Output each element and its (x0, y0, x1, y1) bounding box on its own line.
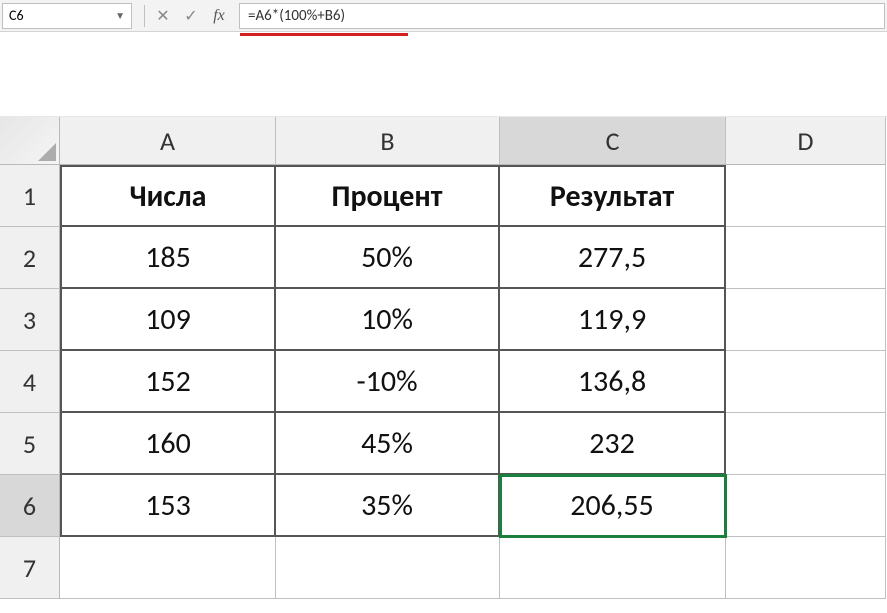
cell-a7[interactable] (60, 537, 276, 599)
select-all-corner[interactable] (0, 117, 60, 165)
cell-a2[interactable]: 185 (60, 227, 276, 289)
cell-b1[interactable]: Процент (276, 165, 500, 227)
cell-b5[interactable]: 45% (276, 413, 500, 475)
cell-d6[interactable] (726, 475, 886, 537)
row-header-4[interactable]: 4 (0, 351, 60, 413)
cell-b3[interactable]: 10% (276, 289, 500, 351)
formula-text: =A6*(100%+B6) (248, 7, 345, 25)
fx-button[interactable]: fx (205, 3, 233, 29)
spreadsheet-grid: 1 2 3 4 5 6 7 A B C D Числа Процент Резу… (0, 117, 887, 599)
name-box[interactable]: C6 ▼ (2, 3, 132, 29)
row-header-7[interactable]: 7 (0, 537, 60, 599)
col-header-d[interactable]: D (726, 117, 886, 165)
cell-d2[interactable] (726, 227, 886, 289)
name-box-value: C6 (9, 7, 24, 24)
cell-d7[interactable] (726, 537, 886, 599)
cancel-formula-button[interactable]: ✕ (149, 3, 177, 29)
cell-b4[interactable]: -10% (276, 351, 500, 413)
cell-a3[interactable]: 109 (60, 289, 276, 351)
cell-b7[interactable] (276, 537, 500, 599)
ribbon-spacer (0, 32, 887, 117)
row-header-6[interactable]: 6 (0, 475, 60, 537)
col-header-a[interactable]: A (60, 117, 276, 165)
row-header-2[interactable]: 2 (0, 227, 60, 289)
cell-d3[interactable] (726, 289, 886, 351)
fx-icon: fx (213, 7, 225, 25)
cell-a4[interactable]: 152 (60, 351, 276, 413)
col-header-c[interactable]: C (500, 117, 726, 165)
row-header-3[interactable]: 3 (0, 289, 60, 351)
formula-highlight-underline (240, 33, 408, 36)
cell-c2[interactable]: 277,5 (500, 227, 726, 289)
accept-formula-button[interactable]: ✓ (177, 3, 205, 29)
cell-a1[interactable]: Числа (60, 165, 276, 227)
cell-c3[interactable]: 119,9 (500, 289, 726, 351)
cell-c4[interactable]: 136,8 (500, 351, 726, 413)
cell-d5[interactable] (726, 413, 886, 475)
cell-d1[interactable] (726, 165, 886, 227)
formula-input[interactable]: =A6*(100%+B6) (239, 3, 885, 29)
cell-c6[interactable]: 206,55 (500, 475, 726, 537)
close-icon: ✕ (156, 6, 169, 26)
cell-c1[interactable]: Результат (500, 165, 726, 227)
cell-a6[interactable]: 153 (60, 475, 276, 537)
col-header-b[interactable]: B (276, 117, 500, 165)
cell-c5[interactable]: 232 (500, 413, 726, 475)
cell-c7[interactable] (500, 537, 726, 599)
separator (144, 5, 145, 27)
cell-d4[interactable] (726, 351, 886, 413)
cell-a5[interactable]: 160 (60, 413, 276, 475)
cell-b6[interactable]: 35% (276, 475, 500, 537)
row-header-5[interactable]: 5 (0, 413, 60, 475)
name-box-dropdown-icon[interactable]: ▼ (115, 9, 125, 22)
cell-b2[interactable]: 50% (276, 227, 500, 289)
check-icon: ✓ (184, 6, 197, 26)
formula-bar: C6 ▼ ✕ ✓ fx =A6*(100%+B6) (0, 0, 887, 32)
row-header-1[interactable]: 1 (0, 165, 60, 227)
